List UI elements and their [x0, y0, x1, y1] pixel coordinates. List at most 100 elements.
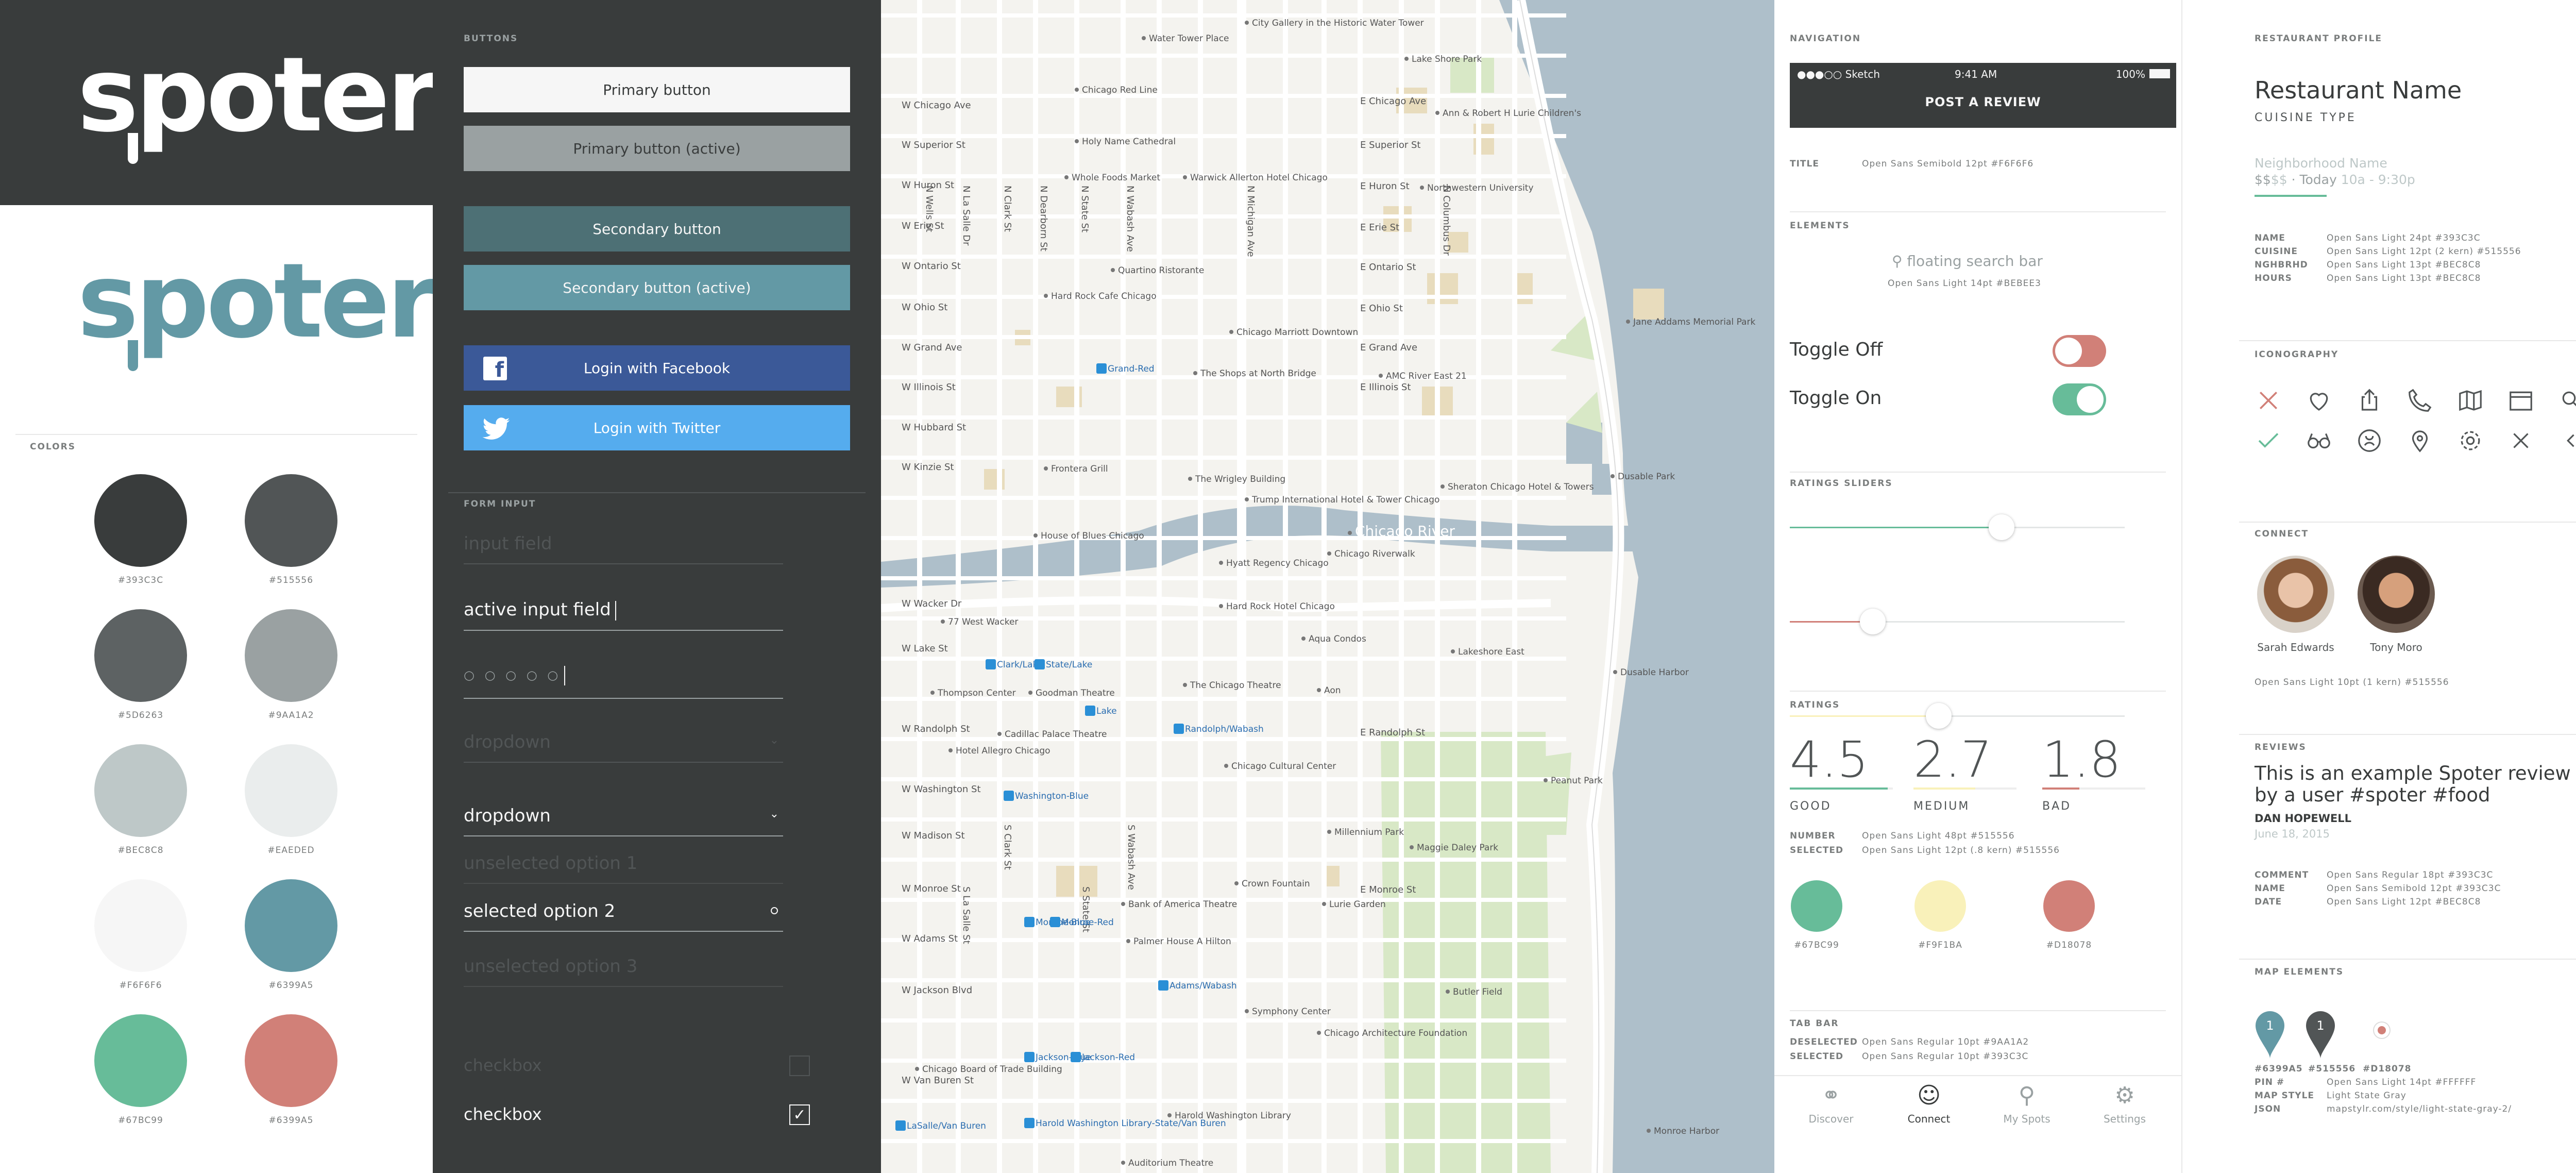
- map-icon[interactable]: [2456, 387, 2484, 414]
- toggle-on-label: Toggle On: [1790, 388, 1882, 409]
- transit-label: State/Lake: [1046, 660, 1092, 670]
- dropdown-active[interactable]: dropdown ⌄: [464, 806, 783, 836]
- poi-dot-icon: [1121, 902, 1125, 906]
- street-label: S Wabash Ave: [1126, 825, 1137, 890]
- poi-label: Goodman Theatre: [1036, 688, 1115, 698]
- dropdown-placeholder[interactable]: dropdown ⌄: [464, 732, 783, 763]
- street-label: E Erie St: [1360, 222, 1399, 233]
- poi-dot-icon: [1142, 36, 1146, 40]
- transit-icon: [1035, 659, 1045, 669]
- map-panel[interactable]: W Chicago Ave W Superior St W Huron St W Er…: [881, 0, 1774, 1173]
- gear-icon[interactable]: [2456, 427, 2484, 455]
- floating-search-bar[interactable]: ⚲ floating search bar: [1892, 253, 2043, 270]
- color-swatch: [245, 1014, 337, 1107]
- avatar[interactable]: [2257, 556, 2334, 633]
- toggle-on[interactable]: [2053, 383, 2106, 415]
- slider-thumb[interactable]: [1988, 514, 2014, 540]
- spec-value: Open Sans Light 12pt (2 kern) #515556: [2327, 246, 2521, 257]
- twitter-label: Login with Twitter: [593, 419, 721, 437]
- tab-settings[interactable]: ⚙ Settings: [2083, 1080, 2166, 1168]
- poi-dot-icon: [1245, 1009, 1249, 1013]
- primary-button-active[interactable]: Primary button (active): [464, 126, 850, 171]
- transit-icon: [1024, 917, 1035, 927]
- check-icon[interactable]: [2255, 427, 2282, 455]
- transit-icon: [1096, 363, 1107, 374]
- street-label: E Grand Ave: [1360, 342, 1417, 353]
- poi-dot-icon: [1075, 139, 1079, 143]
- poi-dot-icon: [1410, 845, 1414, 849]
- map-canvas[interactable]: W Chicago AveW Superior StW Huron StW Er…: [881, 0, 1774, 1173]
- primary-button[interactable]: Primary button: [464, 67, 850, 112]
- tab-discover[interactable]: ⚭ Discover: [1790, 1080, 1872, 1168]
- password-field[interactable]: ○ ○ ○ ○ ○: [464, 666, 783, 699]
- spec-value: mapstylr.com/style/light-state-gray-2/: [2327, 1104, 2512, 1114]
- close-icon[interactable]: [2507, 427, 2535, 455]
- poi-label: Millennium Park: [1334, 827, 1404, 837]
- poi-label: Thompson Center: [937, 688, 1016, 698]
- spec-key: NAME: [2255, 883, 2285, 894]
- poi-dot-icon: [1435, 111, 1439, 115]
- close-icon[interactable]: [2255, 387, 2282, 414]
- avatar[interactable]: [2358, 556, 2435, 633]
- poi-label: Chicago Riverwalk: [1334, 549, 1415, 559]
- dropdown-option-3[interactable]: unselected option 3: [464, 956, 783, 987]
- input-field[interactable]: input field: [464, 533, 783, 564]
- buttons-title: BUTTONS: [464, 33, 518, 44]
- active-input-field[interactable]: active input field: [464, 599, 783, 631]
- dropdown-option-2[interactable]: selected option 2: [464, 901, 783, 932]
- tab-my-spots[interactable]: ⚲ My Spots: [1986, 1080, 2068, 1168]
- poi-label: Aqua Condos: [1309, 634, 1366, 644]
- calendar-icon[interactable]: [2507, 387, 2535, 414]
- secondary-button-active[interactable]: Secondary button (active): [464, 265, 850, 310]
- rating-swatch-label: #67BC99: [1794, 940, 1839, 950]
- pin-number: 1: [2316, 1018, 2324, 1033]
- share-icon[interactable]: [2355, 387, 2383, 414]
- poi-dot-icon: [1613, 670, 1617, 674]
- binoculars-icon[interactable]: [2305, 427, 2333, 455]
- search-placeholder: floating search bar: [1907, 253, 2043, 270]
- dropdown-option-1[interactable]: unselected option 1: [464, 853, 783, 884]
- poi-dot-icon: [1064, 175, 1069, 179]
- status-carrier: ●●●○○ Sketch: [1797, 68, 1880, 80]
- rating-underline: [2042, 787, 2079, 790]
- poi-dot-icon: [1322, 902, 1326, 906]
- twitter-login-button[interactable]: Login with Twitter: [464, 405, 850, 450]
- pin-number: 1: [2266, 1018, 2274, 1033]
- tab-connect[interactable]: ☺ Connect: [1888, 1080, 1970, 1168]
- poi-label: Warwick Allerton Hotel Chicago: [1190, 173, 1328, 183]
- toggle-off[interactable]: [2053, 335, 2106, 367]
- heart-icon[interactable]: [2305, 387, 2333, 414]
- checkbox-unchecked[interactable]: checkbox: [464, 1055, 810, 1084]
- spec-key: DATE: [2255, 897, 2282, 907]
- elements-title: ELEMENTS: [1790, 221, 1850, 231]
- street-label: W Wacker Dr: [902, 598, 962, 609]
- rating-swatch: [2043, 880, 2095, 932]
- phone-icon[interactable]: [2406, 387, 2434, 414]
- rating-label: MEDIUM: [1913, 800, 1970, 813]
- street-label: S Clark St: [1002, 825, 1013, 870]
- location-pin-icon[interactable]: [2406, 427, 2434, 455]
- slider-thumb[interactable]: [1926, 703, 1952, 729]
- poi-label: Whole Foods Market: [1072, 173, 1160, 183]
- street-label: W Kinzie St: [902, 462, 954, 473]
- search-icon[interactable]: [2557, 387, 2576, 414]
- dropdown-placeholder-text: dropdown: [464, 732, 551, 752]
- chevron-left-icon[interactable]: [2557, 427, 2576, 455]
- secondary-button[interactable]: Secondary button: [464, 206, 850, 252]
- poi-label: House of Blues Chicago: [1041, 531, 1144, 541]
- form-title: FORM INPUT: [464, 499, 536, 509]
- color-swatch: [94, 879, 187, 972]
- tab-label: Connect: [1907, 1113, 1951, 1125]
- deselected-label: DESELECTED: [1790, 1037, 1858, 1047]
- slider-thumb[interactable]: [1860, 609, 1886, 634]
- poi-dot-icon: [1224, 764, 1228, 768]
- spec-key: CUISINE: [2255, 246, 2298, 257]
- transit-label: Lake: [1096, 706, 1117, 716]
- chevron-down-icon: ⌄: [769, 734, 779, 747]
- facebook-login-button[interactable]: f Login with Facebook: [464, 345, 850, 391]
- street-label: E Ohio St: [1360, 303, 1403, 314]
- street-label: W Adams St: [902, 933, 958, 944]
- connect-icon[interactable]: [2355, 427, 2383, 455]
- divider: [1790, 211, 2166, 212]
- checkbox-checked[interactable]: checkbox ✓: [464, 1104, 810, 1133]
